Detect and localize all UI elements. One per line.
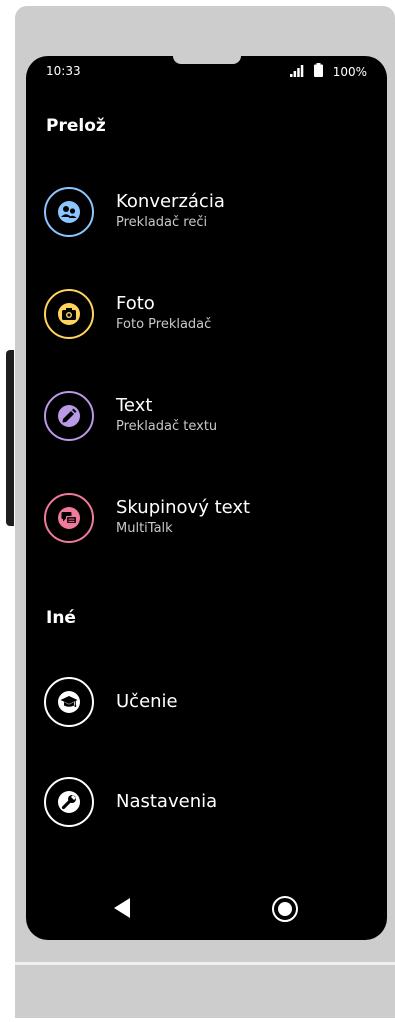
graduation-cap-icon: [44, 677, 94, 727]
menu-item-learning[interactable]: Učenie: [44, 672, 364, 732]
back-triangle-icon[interactable]: [114, 898, 130, 918]
menu-item-subtitle: Foto Prekladač: [116, 317, 212, 332]
battery-icon: [313, 62, 323, 81]
menu-item-group-text[interactable]: Skupinový text MultiTalk: [44, 488, 364, 548]
status-icons: 100%: [289, 62, 367, 81]
wrench-icon: [44, 777, 94, 827]
menu-item-title: Skupinový text: [116, 497, 251, 518]
camera-notch: [173, 56, 241, 64]
home-circle-inner: [278, 902, 292, 916]
section-title-other: Iné: [46, 608, 76, 628]
section-title-translate: Prelož: [46, 116, 106, 136]
status-time: 10:33: [46, 64, 81, 78]
side-button: [6, 350, 14, 526]
menu-item-title: Konverzácia: [116, 191, 225, 212]
people-icon: [44, 187, 94, 237]
menu-item-subtitle: Prekladač textu: [116, 419, 218, 434]
menu-item-text[interactable]: Text Prekladač textu: [44, 386, 364, 446]
menu-item-title: Text: [116, 395, 153, 416]
chat-bubbles-icon: [44, 493, 94, 543]
home-circle-icon[interactable]: [272, 896, 298, 922]
camera-icon: [44, 289, 94, 339]
device-divider: [15, 962, 395, 965]
menu-item-settings[interactable]: Nastavenia: [44, 772, 364, 832]
menu-item-subtitle: Prekladač reči: [116, 215, 208, 230]
signal-bars-icon: [289, 62, 304, 81]
menu-item-title: Foto: [116, 293, 155, 314]
screen: 10:33 100% Prelož Konverzácia Prekladač …: [26, 56, 387, 940]
pen-icon: [44, 391, 94, 441]
menu-item-title: Nastavenia: [116, 791, 218, 812]
menu-item-title: Učenie: [116, 691, 178, 712]
battery-percent: 100%: [332, 64, 367, 79]
menu-item-subtitle: MultiTalk: [116, 521, 173, 536]
menu-item-photo[interactable]: Foto Foto Prekladač: [44, 284, 364, 344]
menu-item-conversation[interactable]: Konverzácia Prekladač reči: [44, 182, 364, 242]
